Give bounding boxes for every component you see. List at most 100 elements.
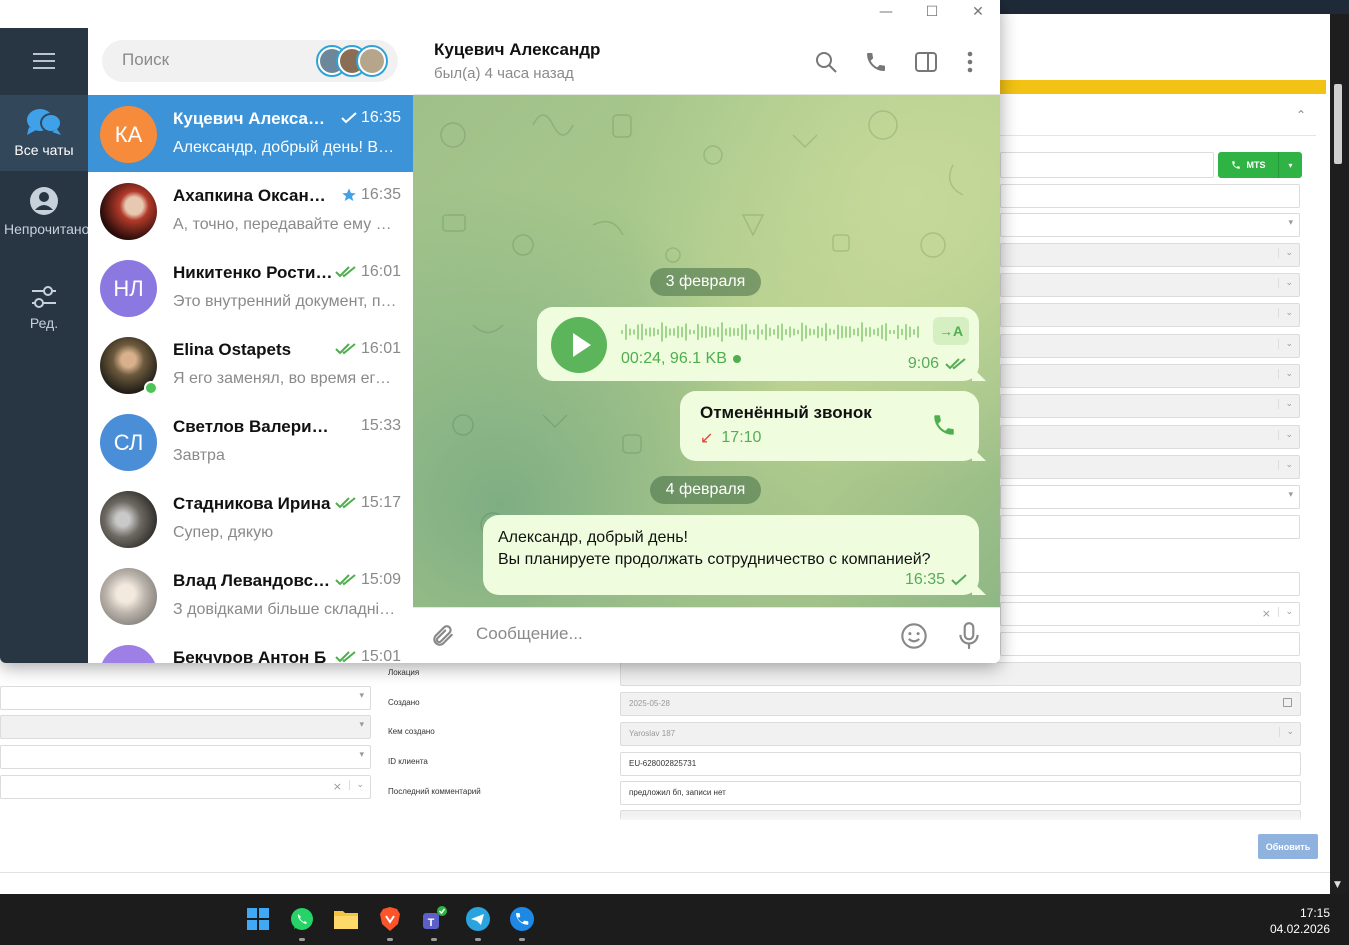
- chat-row[interactable]: Стадникова Ирина 15:17 Супер, дякую: [88, 480, 413, 557]
- chat-name: Светлов Валерий Леонидович: [173, 417, 333, 436]
- search-icon[interactable]: [814, 50, 838, 74]
- system-clock[interactable]: 17:15 04.02.2026: [1270, 905, 1330, 937]
- refresh-button[interactable]: Обновить: [1258, 834, 1318, 859]
- crm-select[interactable]: × ⌄: [1000, 602, 1300, 626]
- mts-call-button-main[interactable]: MTS: [1218, 160, 1278, 170]
- telegram-icon[interactable]: [465, 906, 491, 932]
- clear-icon[interactable]: ×: [1262, 607, 1271, 620]
- minimize-button[interactable]: —: [876, 4, 896, 22]
- waveform-bar: [833, 329, 835, 335]
- waveform-bar: [721, 322, 723, 342]
- waveform-bar: [881, 324, 883, 340]
- chat-name: Elina Ostapets: [173, 340, 292, 359]
- folder-all-chats[interactable]: Все чаты: [0, 95, 88, 171]
- chat-row[interactable]: СЛ Светлов Валерий Леонидович 15:33 Завт…: [88, 403, 413, 480]
- call-time: 17:10: [721, 428, 762, 446]
- crm-left-select[interactable]: ▾: [0, 686, 371, 710]
- crm-scrollbar[interactable]: ▼: [1330, 14, 1349, 894]
- folder-edit[interactable]: Ред.: [0, 284, 88, 344]
- sidebar-icon[interactable]: [914, 50, 938, 74]
- search-input[interactable]: [122, 50, 302, 70]
- waveform[interactable]: [621, 321, 921, 343]
- waveform-bar: [645, 328, 647, 336]
- window-titlebar[interactable]: — ☐ ✕: [0, 0, 1000, 28]
- waveform-bar: [905, 323, 907, 341]
- teams-icon[interactable]: T: [421, 906, 447, 932]
- mts-call-button[interactable]: MTS ▾: [1218, 152, 1302, 178]
- stories-strip[interactable]: [316, 45, 392, 77]
- voice-meta: 00:24, 96.1 KB: [621, 350, 741, 368]
- call-message[interactable]: Отменённый звонок ↙ 17:10: [680, 391, 986, 461]
- waveform-bar: [625, 324, 627, 340]
- play-icon[interactable]: [551, 317, 607, 373]
- chat-row[interactable]: Бекчуров Антон Б 15:01: [88, 634, 413, 663]
- chevron-up-icon[interactable]: ⌃: [1296, 108, 1306, 122]
- more-icon[interactable]: [958, 50, 982, 74]
- crm-select[interactable]: ▾: [1000, 485, 1300, 509]
- clear-icon[interactable]: ×: [333, 780, 342, 793]
- phone-icon[interactable]: [931, 412, 957, 438]
- transcribe-button[interactable]: →A: [933, 317, 969, 345]
- voice-message[interactable]: →A 00:24, 96.1 KB 9:06: [537, 307, 986, 381]
- waveform-bar: [805, 325, 807, 339]
- attach-icon[interactable]: [430, 623, 456, 649]
- folder-unread[interactable]: Непрочитано: [0, 186, 89, 266]
- taskbar: T 17:15 04.02.2026: [0, 894, 1349, 945]
- chat-row[interactable]: НЛ Никитенко Ростислав Леонидович 16:01 …: [88, 249, 413, 326]
- emoji-icon[interactable]: [900, 622, 928, 650]
- crm-select[interactable]: ▾: [1000, 213, 1300, 237]
- message-area[interactable]: 3 февраля →A 00:24, 96.1 KB 9:06 Отменён…: [413, 95, 1000, 607]
- check-icon: [951, 574, 967, 586]
- chat-row[interactable]: Влад Левандовський 15:09 З довідками біл…: [88, 557, 413, 634]
- mts-dropdown-toggle[interactable]: ▾: [1278, 152, 1302, 178]
- story-avatar[interactable]: [356, 45, 388, 77]
- windows-start-icon[interactable]: [245, 906, 271, 932]
- client-id-field[interactable]: EU-628002825731: [620, 752, 1301, 776]
- crm-field[interactable]: [1000, 515, 1300, 539]
- close-button[interactable]: ✕: [968, 4, 988, 22]
- search-box[interactable]: [102, 40, 398, 82]
- maximize-button[interactable]: ☐: [922, 4, 942, 22]
- crm-field[interactable]: [1000, 572, 1300, 596]
- last-comment-field[interactable]: предложил бп, записи нет: [620, 781, 1301, 805]
- crm-field[interactable]: [1000, 184, 1300, 208]
- waveform-bar: [813, 329, 815, 335]
- whatsapp-icon[interactable]: [289, 906, 315, 932]
- waveform-bar: [777, 325, 779, 339]
- conversation-header[interactable]: Куцевич Александр был(а) 4 часа назад: [413, 28, 1000, 95]
- waveform-bar: [885, 323, 887, 341]
- mts-button-label: MTS: [1246, 160, 1266, 170]
- scroll-down-arrow-icon[interactable]: ▼: [1334, 880, 1341, 890]
- phone-app-icon[interactable]: [509, 906, 535, 932]
- crm-panel-header[interactable]: ⌃: [1000, 96, 1316, 136]
- waveform-bar: [869, 326, 871, 338]
- chevron-down-icon[interactable]: ⌄: [349, 780, 364, 790]
- waveform-bar: [825, 322, 827, 342]
- composer: [413, 607, 1000, 663]
- divider: [0, 872, 1330, 873]
- phone-icon[interactable]: [864, 50, 888, 74]
- waveform-bar: [729, 327, 731, 337]
- peer-name[interactable]: Куцевич Александр: [434, 40, 600, 60]
- waveform-bar: [829, 328, 831, 336]
- chevron-down-icon[interactable]: ⌄: [1278, 607, 1293, 617]
- message-line: Александр, добрый день!: [498, 529, 688, 546]
- star-icon: [342, 188, 356, 201]
- chat-row[interactable]: Ахапкина Оксана Сергеевна 16:35 А, точно…: [88, 172, 413, 249]
- crm-phone-field[interactable]: [1000, 152, 1214, 178]
- microphone-icon[interactable]: [956, 621, 982, 651]
- chat-row[interactable]: КА Куцевич Александр 16:35 Александр, до…: [88, 95, 413, 172]
- crm-left-select[interactable]: × ⌄: [0, 775, 371, 799]
- brave-icon[interactable]: [377, 906, 403, 932]
- text-message[interactable]: Александр, добрый день! Вы планируете пр…: [483, 515, 986, 595]
- waveform-bar: [749, 329, 751, 335]
- avatar: [100, 568, 157, 625]
- hamburger-icon[interactable]: [0, 28, 88, 94]
- chat-row[interactable]: Elina Ostapets 16:01 Я его заменял, во в…: [88, 326, 413, 403]
- message-input[interactable]: [476, 624, 876, 644]
- crm-left-select[interactable]: ▾: [0, 745, 371, 769]
- crm-field[interactable]: [1000, 632, 1300, 656]
- scrollbar-thumb[interactable]: [1334, 84, 1342, 164]
- caret-down-icon: ▾: [1288, 490, 1293, 500]
- file-explorer-icon[interactable]: [333, 906, 359, 932]
